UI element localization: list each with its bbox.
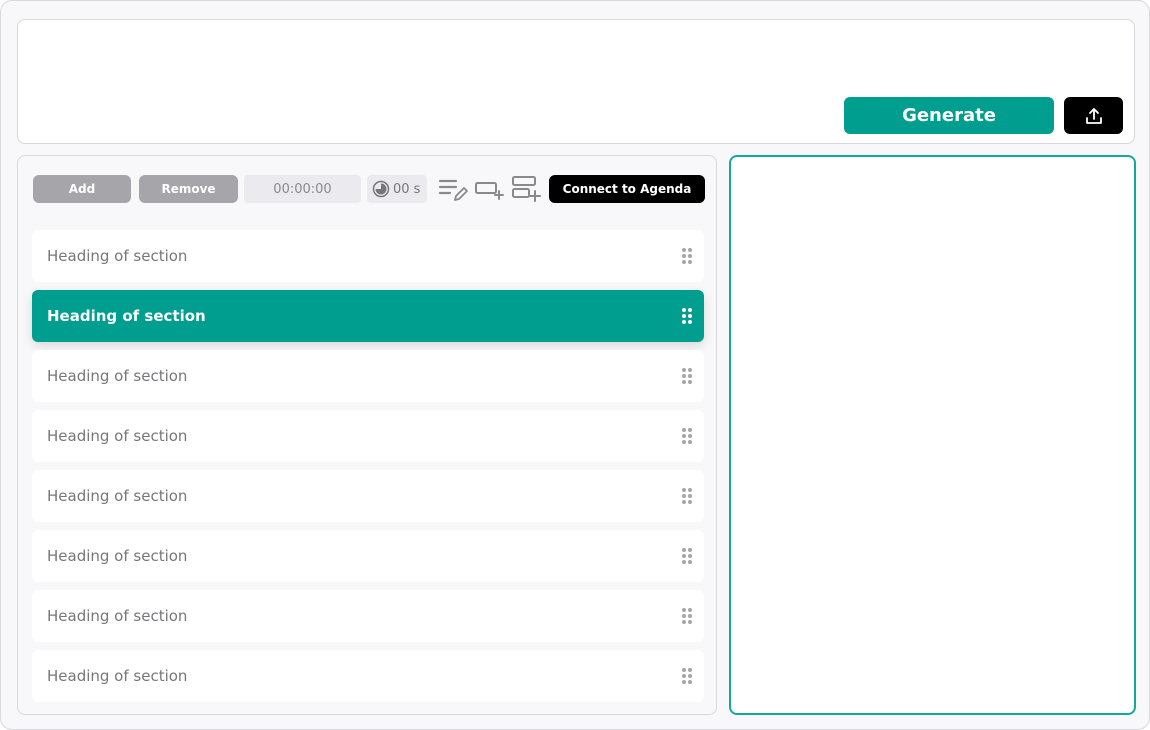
drag-handle-icon[interactable] [681, 308, 693, 324]
section-heading: Heading of section [47, 607, 188, 625]
add-row-icon [512, 176, 541, 202]
section-heading: Heading of section [47, 307, 206, 325]
section-heading: Heading of section [47, 667, 188, 685]
duration-field[interactable]: 00 s [367, 175, 427, 203]
section-item[interactable]: Heading of section [32, 470, 704, 522]
section-heading: Heading of section [47, 367, 188, 385]
section-heading: Heading of section [47, 247, 188, 265]
generate-button[interactable]: Generate [844, 97, 1054, 134]
drag-handle-icon[interactable] [681, 608, 693, 624]
add-box-icon [475, 182, 504, 200]
drag-handle-icon[interactable] [681, 368, 693, 384]
duration-value: 00 s [393, 181, 421, 197]
upload-icon [1085, 107, 1102, 124]
drag-handle-icon[interactable] [681, 668, 693, 684]
connect-to-agenda-button[interactable]: Connect to Agenda [549, 175, 705, 203]
section-item[interactable]: Heading of section [32, 590, 704, 642]
edit-list-button[interactable] [436, 175, 470, 203]
section-heading: Heading of section [47, 427, 188, 445]
section-item[interactable]: Heading of section [32, 350, 704, 402]
section-item-selected[interactable]: Heading of section [32, 290, 704, 342]
export-button[interactable] [1064, 97, 1123, 134]
add-box-button[interactable] [473, 175, 507, 203]
section-item[interactable]: Heading of section [32, 230, 704, 282]
sections-panel: Add Remove 00 s [17, 155, 717, 715]
section-item[interactable]: Heading of section [32, 410, 704, 462]
timer-icon [372, 180, 390, 198]
drag-handle-icon[interactable] [681, 488, 693, 504]
section-heading: Heading of section [47, 547, 188, 565]
edit-list-icon [438, 179, 468, 201]
add-button[interactable]: Add [33, 175, 131, 203]
drag-handle-icon[interactable] [681, 248, 693, 264]
sections-toolbar: Add Remove 00 s [18, 156, 716, 226]
section-item[interactable]: Heading of section [32, 530, 704, 582]
top-panel: Generate [17, 19, 1135, 144]
remove-button[interactable]: Remove [139, 175, 238, 203]
preview-panel [729, 155, 1136, 715]
drag-handle-icon[interactable] [681, 428, 693, 444]
app-frame: Generate Add Remove 00 s [0, 0, 1150, 730]
add-row-button[interactable] [509, 175, 543, 203]
drag-handle-icon[interactable] [681, 548, 693, 564]
section-item[interactable]: Heading of section [32, 650, 704, 702]
section-heading: Heading of section [47, 487, 188, 505]
time-input[interactable] [244, 175, 361, 203]
